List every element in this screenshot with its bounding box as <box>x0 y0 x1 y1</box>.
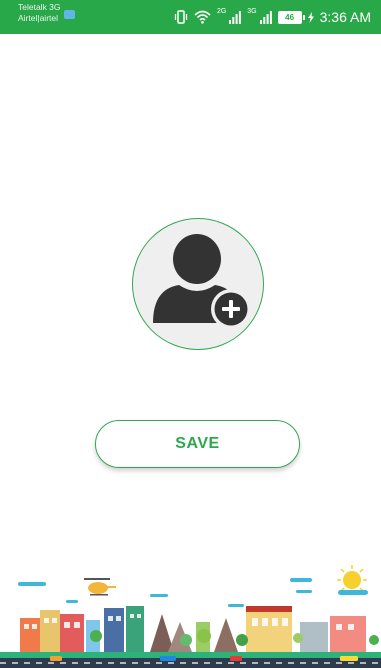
helicopter-icon <box>84 578 116 596</box>
save-button-label: SAVE <box>175 435 220 452</box>
network-2g-label: 2G <box>216 7 227 15</box>
carrier-info: Teletalk 3G Airtel|airtel <box>18 2 61 24</box>
carrier-1: Teletalk 3G <box>18 2 61 12</box>
signal-2g-icon <box>229 11 242 24</box>
vibrate-icon <box>174 10 188 24</box>
signal-3g-icon <box>259 11 272 24</box>
city-skyline-illustration <box>0 565 381 668</box>
wifi-icon <box>194 10 211 24</box>
add-profile-photo[interactable] <box>132 218 264 350</box>
network-3g-label: 3G <box>247 7 257 15</box>
save-button[interactable]: SAVE <box>95 420 300 468</box>
carrier-2: Airtel|airtel <box>18 13 58 23</box>
charging-icon <box>307 11 314 23</box>
sim-icon <box>64 10 75 19</box>
cloud-icon <box>18 578 312 607</box>
battery-level: 46 <box>285 12 295 22</box>
battery-icon: 46 <box>277 10 305 24</box>
status-bar: Teletalk 3G Airtel|airtel 2G 3G 46 3:36 … <box>0 0 381 34</box>
status-icons: 2G 3G 46 3:36 AM <box>174 7 371 27</box>
buildings <box>20 606 366 652</box>
add-user-icon <box>153 234 251 329</box>
clock: 3:36 AM <box>319 9 371 25</box>
